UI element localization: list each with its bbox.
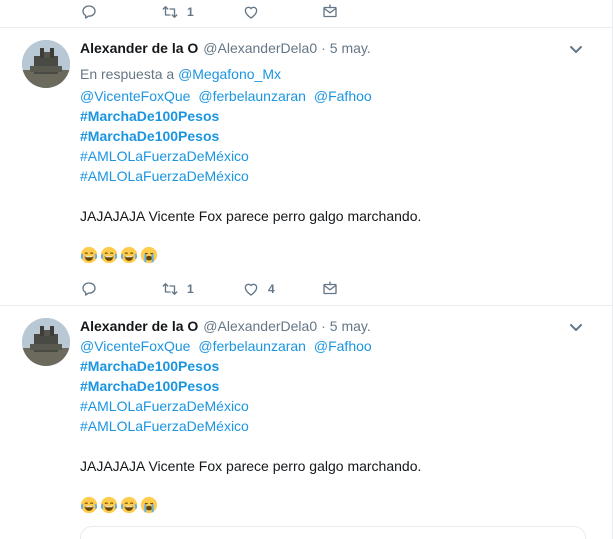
username[interactable]: @AlexanderDela0 bbox=[203, 318, 317, 334]
face-with-tears-of-joy-icon bbox=[100, 246, 118, 264]
face-with-tears-of-joy-icon bbox=[80, 246, 98, 264]
separator-dot: · bbox=[321, 40, 326, 56]
face-with-tears-of-joy-icon bbox=[120, 246, 138, 264]
face-with-tears-of-joy-icon bbox=[120, 496, 138, 514]
timestamp[interactable]: 5 may. bbox=[330, 318, 371, 334]
tweet-text: JAJAJAJA Vicente Fox parece perro galgo … bbox=[80, 208, 422, 224]
direct-message-button[interactable] bbox=[321, 0, 339, 24]
mentions-line: @VicenteFoxQue @ferbelaunzaran @Fafhoo bbox=[80, 336, 376, 356]
like-button[interactable]: 4 bbox=[242, 277, 275, 301]
emoji-row bbox=[80, 496, 158, 514]
mention-link[interactable]: @VicenteFoxQue bbox=[80, 338, 190, 354]
tweet[interactable]: Alexander de la O @AlexanderDela0 · 5 ma… bbox=[0, 28, 612, 306]
tweet-menu-chevron-down-icon[interactable] bbox=[568, 41, 584, 57]
retweet-button[interactable]: 1 bbox=[161, 0, 194, 24]
retweet-button[interactable]: 1 bbox=[161, 277, 194, 301]
face-with-tears-of-joy-icon bbox=[80, 496, 98, 514]
tweet-menu-chevron-down-icon[interactable] bbox=[568, 319, 584, 335]
mention-link[interactable]: @ferbelaunzaran bbox=[198, 88, 306, 104]
mention-link[interactable]: @Fafhoo bbox=[314, 338, 372, 354]
loudly-crying-face-icon bbox=[140, 246, 158, 264]
separator-dot: · bbox=[321, 318, 326, 334]
hashtag-link[interactable]: #MarchaDe100Pesos bbox=[80, 358, 219, 374]
hashtag-link[interactable]: #MarchaDe100Pesos bbox=[80, 108, 219, 124]
mentions-line: @VicenteFoxQue @ferbelaunzaran @Fafhoo bbox=[80, 86, 376, 106]
hashtag-link[interactable]: #AMLOLaFuerzaDeMéxico bbox=[80, 398, 249, 414]
mention-link[interactable]: @ferbelaunzaran bbox=[198, 338, 306, 354]
like-count: 4 bbox=[268, 282, 275, 296]
mention-link[interactable]: @Fafhoo bbox=[314, 88, 372, 104]
retweet-count: 1 bbox=[187, 282, 194, 296]
envelope-icon bbox=[321, 280, 339, 298]
retweet-icon bbox=[161, 280, 179, 298]
reply-icon bbox=[80, 3, 98, 21]
envelope-icon bbox=[321, 3, 339, 21]
hashtag-link[interactable]: #MarchaDe100Pesos bbox=[80, 378, 219, 394]
reply-button[interactable] bbox=[80, 0, 98, 24]
reply-button[interactable] bbox=[80, 277, 98, 301]
reply-context: En respuesta a @Megafono_Mx bbox=[80, 66, 281, 82]
tweet-header: Alexander de la O @AlexanderDela0 · 5 ma… bbox=[80, 318, 371, 338]
tweet-header: Alexander de la O @AlexanderDela0 · 5 ma… bbox=[80, 40, 371, 60]
retweet-icon bbox=[161, 3, 179, 21]
emoji-row bbox=[80, 246, 158, 264]
direct-message-button[interactable] bbox=[321, 277, 339, 301]
reply-icon bbox=[80, 280, 98, 298]
avatar[interactable] bbox=[22, 40, 70, 88]
hashtag-link[interactable]: #MarchaDe100Pesos bbox=[80, 128, 219, 144]
timestamp[interactable]: 5 may. bbox=[330, 40, 371, 56]
hashtag-link[interactable]: #AMLOLaFuerzaDeMéxico bbox=[80, 418, 249, 434]
username[interactable]: @AlexanderDela0 bbox=[203, 40, 317, 56]
tweet-text: JAJAJAJA Vicente Fox parece perro galgo … bbox=[80, 458, 422, 474]
retweet-count: 1 bbox=[187, 5, 194, 19]
heart-icon bbox=[242, 280, 260, 298]
heart-icon bbox=[242, 3, 260, 21]
display-name[interactable]: Alexander de la O bbox=[80, 318, 198, 334]
like-button[interactable] bbox=[242, 0, 260, 24]
previous-tweet-actions: 1 bbox=[0, 0, 612, 28]
reply-to-link[interactable]: @Megafono_Mx bbox=[178, 66, 281, 82]
hashtag-link[interactable]: #AMLOLaFuerzaDeMéxico bbox=[80, 148, 249, 164]
avatar[interactable] bbox=[22, 318, 70, 366]
hashtag-link[interactable]: #AMLOLaFuerzaDeMéxico bbox=[80, 168, 249, 184]
mention-link[interactable]: @VicenteFoxQue bbox=[80, 88, 190, 104]
tweet-actions: 1 4 bbox=[0, 277, 612, 301]
face-with-tears-of-joy-icon bbox=[100, 496, 118, 514]
reply-prefix: En respuesta a bbox=[80, 66, 175, 82]
quoted-tweet-card[interactable] bbox=[80, 526, 586, 539]
loudly-crying-face-icon bbox=[140, 496, 158, 514]
display-name[interactable]: Alexander de la O bbox=[80, 40, 198, 56]
tweet[interactable]: Alexander de la O @AlexanderDela0 · 5 ma… bbox=[0, 306, 612, 539]
